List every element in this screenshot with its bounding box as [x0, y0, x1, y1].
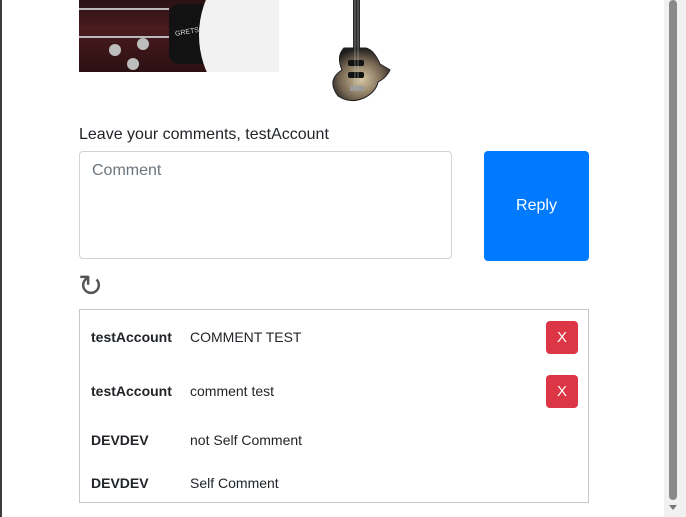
scrollbar-thumb[interactable] [669, 0, 677, 500]
delete-comment-button[interactable]: X [546, 375, 578, 408]
vertical-scrollbar[interactable] [664, 0, 686, 517]
guitar-brand-logo: GRETSCH [174, 25, 210, 38]
delete-comment-button[interactable]: X [546, 321, 578, 354]
guitar-image-right [320, 0, 396, 102]
comment-text: not Self Comment [190, 432, 303, 448]
reply-button[interactable]: Reply [484, 151, 589, 261]
comment-row: testAccount COMMENT TEST X [80, 310, 588, 364]
guitar-pickguard: GRETSCH [169, 4, 249, 64]
comment-text: Self Comment [190, 475, 279, 491]
post-detail-modal: GRETSCH Leave your comments, testAccount… [2, 0, 664, 517]
guitar-strings [79, 8, 169, 38]
guitar-image-left: GRETSCH [79, 0, 279, 72]
comment-row: DEVDEV not Self Comment [80, 418, 588, 461]
guitar-knob [109, 44, 121, 56]
comment-prompt-text: Leave your comments, [79, 126, 246, 143]
guitar-knob [137, 38, 149, 50]
comment-author: testAccount [91, 383, 172, 399]
comment-input[interactable] [79, 151, 452, 259]
comment-row: testAccount comment test X [80, 364, 588, 418]
refresh-icon[interactable]: ↻ [78, 270, 110, 304]
bass-guitar-icon [332, 0, 391, 102]
scroll-down-arrow-icon[interactable] [669, 505, 677, 510]
comment-prompt: Leave your comments, testAccount [79, 126, 329, 144]
comment-list: testAccount COMMENT TEST X testAccount c… [79, 309, 589, 503]
comment-author: testAccount [91, 329, 172, 345]
comment-text: COMMENT TEST [190, 329, 302, 345]
comment-author: DEVDEV [91, 475, 149, 491]
comment-author: DEVDEV [91, 432, 149, 448]
guitar-knob [127, 58, 139, 70]
comment-row: DEVDEV Self Comment [80, 461, 588, 504]
comment-text: comment test [190, 383, 275, 399]
current-username: testAccount [245, 126, 329, 143]
